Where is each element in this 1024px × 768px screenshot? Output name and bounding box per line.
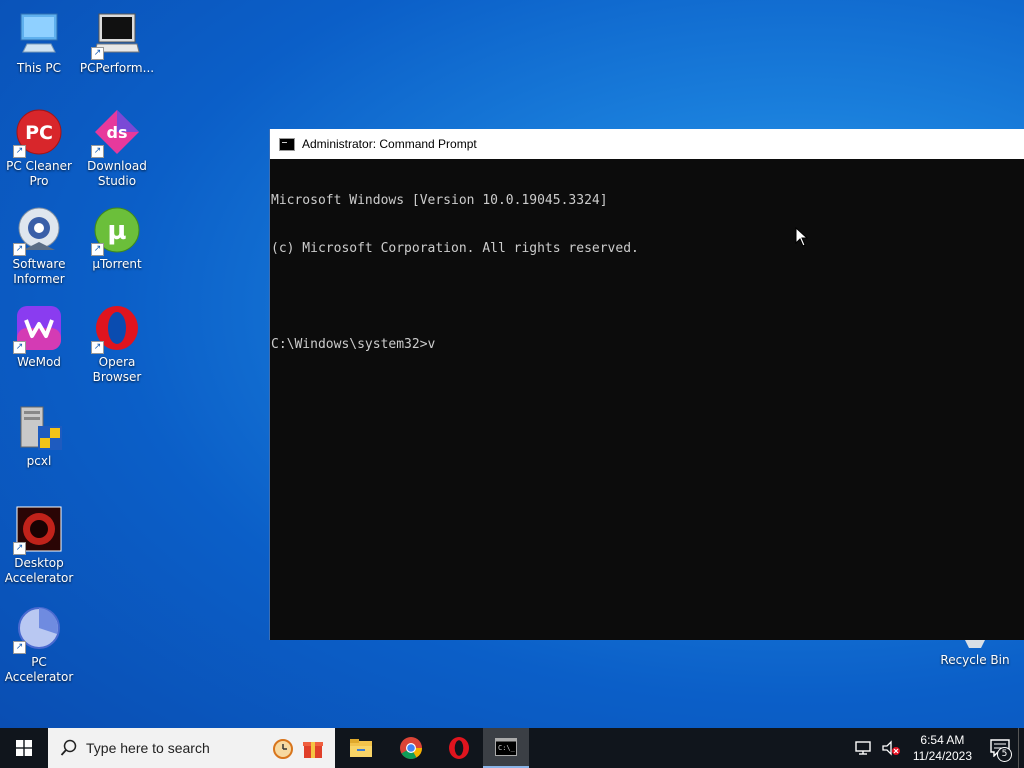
cmd-icon: C:\_ (495, 738, 517, 756)
desktop-icon-label: Desktop Accelerator (4, 556, 74, 585)
window-title: Administrator: Command Prompt (302, 137, 477, 151)
svg-text:PC: PC (25, 122, 53, 144)
notification-count-badge: 5 (997, 747, 1012, 762)
desktop-icon-desktop-accelerator[interactable]: ↗ Desktop Accelerator (1, 505, 77, 586)
chrome-button[interactable] (387, 728, 435, 768)
download-studio-icon: ds ↗ (91, 108, 141, 158)
shortcut-arrow-icon: ↗ (91, 341, 104, 354)
shortcut-arrow-icon: ↗ (13, 542, 26, 555)
desktop-icon-label: This PC (17, 61, 61, 75)
mouse-cursor-icon (795, 227, 809, 247)
desktop-icon-label: Recycle Bin (940, 653, 1010, 667)
opera-icon: ↗ (91, 304, 141, 354)
desktop-icon-label: µTorrent (92, 257, 142, 271)
console-output[interactable]: Microsoft Windows [Version 10.0.19045.33… (270, 159, 1024, 387)
wemod-icon: ↗ (13, 304, 63, 354)
cmd-taskbar-button[interactable]: C:\_ (483, 728, 529, 768)
desktop-icon-software-informer[interactable]: ↗ Software Informer (1, 206, 77, 287)
software-informer-icon: ↗ (13, 206, 63, 256)
cmd-icon (279, 137, 295, 151)
desktop-icon-label: Software Informer (12, 257, 66, 286)
taskbar: Type here to search C:\_ 6:54 AM 11/24/2… (0, 728, 1024, 768)
file-explorer-button[interactable] (335, 728, 387, 768)
notification-center-button[interactable]: 5 (982, 728, 1018, 768)
clock[interactable]: 6:54 AM 11/24/2023 (913, 732, 972, 764)
window-titlebar[interactable]: Administrator: Command Prompt (270, 129, 1024, 159)
desktop-icon-label: Opera Browser (92, 355, 142, 384)
shortcut-arrow-icon: ↗ (91, 47, 104, 60)
desktop-icon-pcperformer[interactable]: ↗ PCPerform... (79, 10, 155, 76)
file-explorer-icon (350, 739, 372, 757)
svg-text:C:\_: C:\_ (498, 744, 516, 752)
desktop-icon-this-pc[interactable]: This PC (1, 10, 77, 76)
opera-button[interactable] (435, 728, 483, 768)
system-tray: 6:54 AM 11/24/2023 5 (855, 728, 1024, 768)
utorrent-icon: µ ↗ (91, 206, 141, 256)
pc-cleaner-icon: PC ↗ (13, 108, 63, 158)
console-prompt-line[interactable]: C:\Windows\system32>v (271, 337, 1024, 353)
svg-text:µ: µ (107, 216, 126, 246)
chrome-icon (400, 737, 422, 759)
search-box[interactable]: Type here to search (48, 728, 335, 768)
desktop-icon-label: PCPerform... (79, 61, 155, 75)
desktop-icon-label: PC Cleaner Pro (6, 159, 72, 188)
gift-icon (303, 742, 323, 758)
volume-muted-icon[interactable] (881, 740, 901, 756)
desktop-icon-label: pcxl (26, 454, 52, 468)
console-line: Microsoft Windows [Version 10.0.19045.33… (271, 193, 608, 208)
start-button[interactable] (0, 728, 48, 768)
console-line: (c) Microsoft Corporation. All rights re… (271, 241, 639, 256)
desktop-icon-wemod[interactable]: ↗ WeMod (1, 304, 77, 370)
alarm-clock-icon (273, 739, 293, 759)
windows-logo-icon (16, 740, 32, 756)
svg-text:ds: ds (107, 123, 128, 142)
desktop-icon-pc-cleaner-pro[interactable]: PC ↗ PC Cleaner Pro (1, 108, 77, 189)
desktop-icon-label: Download Studio (87, 159, 147, 188)
shortcut-arrow-icon: ↗ (91, 243, 104, 256)
clock-date: 11/24/2023 (912, 749, 972, 763)
shortcut-arrow-icon: ↗ (13, 641, 26, 654)
network-icon[interactable] (855, 740, 873, 756)
search-placeholder: Type here to search (86, 740, 210, 756)
pcperformer-icon: ↗ (91, 10, 141, 60)
shortcut-arrow-icon: ↗ (13, 341, 26, 354)
shortcut-arrow-icon: ↗ (13, 145, 26, 158)
shortcut-arrow-icon: ↗ (91, 145, 104, 158)
desktop-accelerator-icon: ↗ (13, 505, 63, 555)
desktop-icon-download-studio[interactable]: ds ↗ Download Studio (79, 108, 155, 189)
desktop-icon-label: WeMod (17, 355, 61, 369)
desktop-icon-utorrent[interactable]: µ ↗ µTorrent (79, 206, 155, 272)
opera-icon (449, 737, 469, 759)
command-prompt-window[interactable]: Administrator: Command Prompt Microsoft … (269, 129, 1024, 640)
show-desktop-button[interactable] (1018, 728, 1024, 768)
desktop-icon-pcxl[interactable]: pcxl (1, 403, 77, 469)
shortcut-arrow-icon: ↗ (13, 243, 26, 256)
desktop-icon-label: PC Accelerator (4, 655, 74, 684)
clock-time: 6:54 AM (920, 733, 965, 747)
search-icon (60, 739, 77, 756)
desktop-icon-pc-accelerator[interactable]: ↗ PC Accelerator (1, 604, 77, 685)
pc-accelerator-icon: ↗ (13, 604, 63, 654)
pcxl-icon (15, 403, 63, 451)
desktop-icon-opera-browser[interactable]: ↗ Opera Browser (79, 304, 155, 385)
this-pc-icon (15, 10, 63, 58)
